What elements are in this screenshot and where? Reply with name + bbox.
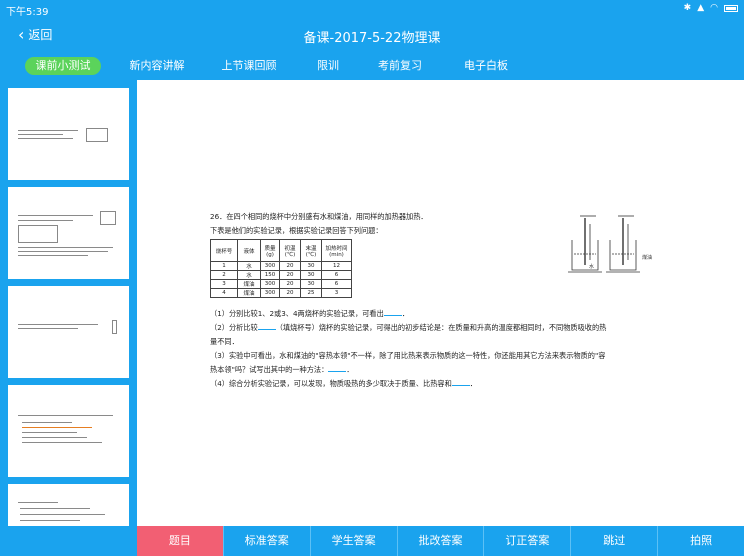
question-stem: 26．在四个相同的烧杯中分别盛有水和煤油，用同样的加热器加热． bbox=[210, 212, 428, 221]
table-cell: 4 bbox=[210, 288, 238, 298]
status-bar: 下午5:39 ✱ ▲ ◠ bbox=[0, 0, 744, 18]
table-cell: 1 bbox=[210, 261, 238, 271]
table-cell: 20 bbox=[279, 270, 301, 280]
tab-whiteboard[interactable]: 电子白板 bbox=[458, 57, 514, 75]
sub-question-1-text: （1）分别比较1、2或3、4两烧杯的实验记录，可看出 bbox=[210, 309, 384, 318]
skip-button[interactable]: 跳过 bbox=[571, 526, 659, 556]
sub-question-1: （1）分别比较1、2或3、4两烧杯的实验记录，可看出． bbox=[210, 309, 410, 318]
page-thumbnail-3[interactable] bbox=[8, 286, 129, 378]
page-thumbnail-2[interactable] bbox=[8, 187, 129, 279]
answer-blank bbox=[451, 379, 470, 386]
table-cell: 20 bbox=[279, 261, 301, 271]
table-cell: 300 bbox=[260, 288, 280, 298]
sub-question-3-text-b: 热本领"吗？试写出其中的一种方法： bbox=[210, 365, 329, 374]
graded-answer-button[interactable]: 批改答案 bbox=[398, 526, 485, 556]
question-viewer: 26．在四个相同的烧杯中分别盛有水和煤油，用同样的加热器加热． 下表是他们的实验… bbox=[137, 80, 744, 526]
figure-label-kerosene: 煤油 bbox=[642, 254, 652, 261]
table-row: 3 煤油 300 20 30 6 bbox=[210, 279, 352, 289]
tab-pre-class-quiz[interactable]: 课前小测试 bbox=[25, 57, 101, 75]
tab-limited-training[interactable]: 限训 bbox=[308, 57, 348, 75]
tab-bar: 课前小测试 新内容讲解 上节课回顾 限训 考前复习 电子白板 bbox=[0, 51, 744, 80]
answer-blank bbox=[383, 309, 402, 316]
page-thumbnail-1[interactable] bbox=[8, 88, 129, 180]
title-bar: ‹ 返回 备课-2017-5-22物理课 bbox=[0, 18, 744, 51]
wifi-icon: ◠ bbox=[710, 3, 718, 13]
page-title: 备课-2017-5-22物理课 bbox=[303, 31, 441, 46]
status-icons: ✱ ▲ ◠ bbox=[684, 3, 738, 13]
table-cell: 30 bbox=[300, 261, 322, 271]
table-row: 2 水 150 20 30 6 bbox=[210, 270, 352, 280]
table-header-cell: 液体 bbox=[237, 239, 261, 262]
sub-question-2-text-b: （填烧杯号）烧杯的实验记录，可得出的初步结论是：在质量和升高的温度都相同时，不同… bbox=[275, 323, 607, 332]
page-thumbnail-4[interactable] bbox=[8, 385, 129, 477]
question-button[interactable]: 题目 bbox=[137, 526, 224, 556]
table-header-cell: 加热时间 (min) bbox=[321, 239, 352, 262]
table-header-cell: 质量 (g) bbox=[260, 239, 280, 262]
answer-blank bbox=[328, 365, 347, 372]
battery-icon bbox=[724, 4, 738, 12]
table-header-cell: 初温 (℃) bbox=[279, 239, 301, 262]
status-time: 下午5:39 bbox=[6, 7, 49, 18]
question-instruction: 下表是他们的实验记录，根据实验记录回答下列问题： bbox=[210, 226, 383, 235]
table-row: 1 水 300 20 30 12 bbox=[210, 261, 352, 271]
student-answer-button[interactable]: 学生答案 bbox=[311, 526, 398, 556]
sub-question-4: （4）综合分析实验记录，可以发现，物质吸热的多少取决于质量、比热容和． bbox=[210, 379, 477, 388]
bottom-bar-left bbox=[0, 526, 137, 556]
sub-question-3: （3）实验中可看出，水和煤油的"容热本领"不一样，除了用比热来表示物质的这一特性… bbox=[210, 351, 606, 360]
signal-icon: ▲ bbox=[697, 3, 705, 13]
table-cell: 30 bbox=[300, 279, 322, 289]
take-photo-button[interactable]: 拍照 bbox=[658, 526, 744, 556]
table-cell: 30 bbox=[300, 270, 322, 280]
tab-exam-review[interactable]: 考前复习 bbox=[372, 57, 428, 75]
table-cell: 25 bbox=[300, 288, 322, 298]
table-cell: 12 bbox=[321, 261, 352, 271]
table-cell: 150 bbox=[260, 270, 280, 280]
page-thumbnail-list[interactable] bbox=[0, 80, 137, 556]
table-row: 4 煤油 300 20 25 3 bbox=[210, 288, 352, 298]
sub-question-2-text-a: （2）分析比较 bbox=[210, 323, 258, 332]
table-header-row: 烧杯号 液体 质量 (g) 初温 (℃) 末温 (℃) 加热时间 (min) bbox=[210, 239, 352, 262]
tab-last-review[interactable]: 上节课回顾 bbox=[216, 57, 282, 75]
sub-question-4-text: （4）综合分析实验记录，可以发现，物质吸热的多少取决于质量、比热容和 bbox=[210, 379, 452, 388]
table-cell: 20 bbox=[279, 279, 301, 289]
table-cell: 3 bbox=[321, 288, 352, 298]
table-cell: 6 bbox=[321, 270, 352, 280]
figure-label-water: 水 bbox=[589, 263, 594, 270]
table-cell: 3 bbox=[210, 279, 238, 289]
table-cell: 300 bbox=[260, 279, 280, 289]
tab-new-content[interactable]: 新内容讲解 bbox=[124, 57, 190, 75]
table-cell: 煤油 bbox=[237, 288, 261, 298]
table-header-cell: 烧杯号 bbox=[210, 239, 238, 262]
corrected-answer-button[interactable]: 订正答案 bbox=[484, 526, 572, 556]
table-header-cell: 末温 (℃) bbox=[300, 239, 322, 262]
experiment-table: 烧杯号 液体 质量 (g) 初温 (℃) 末温 (℃) 加热时间 (min) 1… bbox=[210, 239, 352, 298]
bluetooth-icon: ✱ bbox=[683, 3, 692, 13]
table-cell: 6 bbox=[321, 279, 352, 289]
table-cell: 煤油 bbox=[237, 279, 261, 289]
table-cell: 300 bbox=[260, 261, 280, 271]
standard-answer-button[interactable]: 标准答案 bbox=[224, 526, 311, 556]
table-cell: 20 bbox=[279, 288, 301, 298]
beaker-figure: 水 煤油 bbox=[568, 215, 652, 273]
sub-question-3-cont: 热本领"吗？试写出其中的一种方法：． bbox=[210, 365, 354, 374]
table-cell: 2 bbox=[210, 270, 238, 280]
sub-question-2: （2）分析比较 （填烧杯号）烧杯的实验记录，可得出的初步结论是：在质量和升高的温度… bbox=[210, 321, 606, 335]
table-cell: 水 bbox=[237, 261, 261, 271]
answer-blank bbox=[257, 323, 276, 330]
sub-question-2-cont: 量不同． bbox=[210, 337, 239, 346]
table-cell: 水 bbox=[237, 270, 261, 280]
bottom-action-bar: 题目 标准答案 学生答案 批改答案 订正答案 跳过 拍照 bbox=[137, 526, 744, 556]
